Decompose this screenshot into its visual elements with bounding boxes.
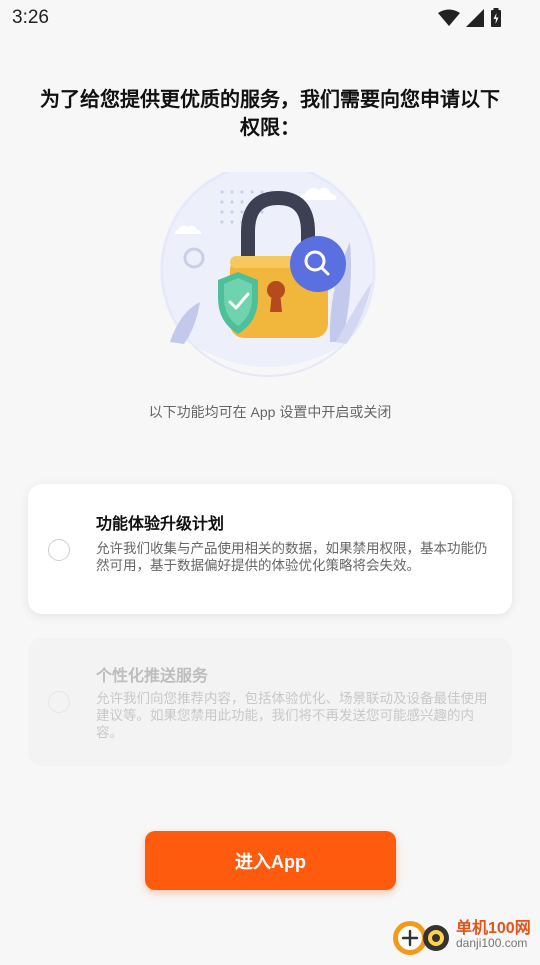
security-illustration (160, 162, 380, 382)
page-title: 为了给您提供更优质的服务，我们需要向您申请以下权限： (40, 89, 500, 139)
permission-description: 允许我们向您推荐内容，包括体验优化、场景联动及设备最佳使用建议等。如果您禁用此功… (96, 691, 488, 740)
battery-icon (491, 8, 501, 27)
status-bar: 3:26 (0, 0, 540, 38)
watermark-url: danji100.com (456, 936, 528, 950)
signal-icon (466, 9, 484, 27)
watermark-logo: 单机100网 danji100.com (390, 912, 540, 960)
enter-app-button[interactable]: 进入App (145, 831, 396, 890)
permission-card-experience-plan[interactable]: 功能体验升级计划 允许我们收集与产品使用相关的数据，如果禁用权限，基本功能仍然可… (28, 484, 512, 614)
watermark-name: 单机100网 (456, 920, 531, 937)
permission-title: 功能体验升级计划 (96, 516, 225, 533)
permission-card-push-service[interactable]: 个性化推送服务 允许我们向您推荐内容，包括体验优化、场景联动及设备最佳使用建议等… (28, 638, 512, 766)
permission-description: 允许我们收集与产品使用相关的数据，如果禁用权限，基本功能仍然可用，基于数据偏好提… (96, 541, 488, 573)
status-icons (438, 8, 502, 28)
experience-plan-radio[interactable] (48, 539, 70, 561)
wifi-icon (438, 9, 460, 26)
permission-title: 个性化推送服务 (96, 668, 209, 685)
status-time: 3:26 (12, 7, 49, 28)
settings-hint: 以下功能均可在 App 设置中开启或关闭 (148, 404, 392, 420)
watermark-logo-icon (393, 921, 449, 955)
push-service-radio[interactable] (48, 691, 70, 713)
